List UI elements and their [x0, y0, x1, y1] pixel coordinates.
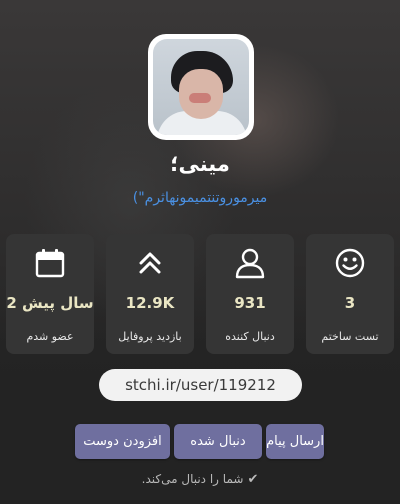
profile-name: مینی؛ — [170, 152, 230, 176]
profile-url[interactable]: stchi.ir/user/119212 — [99, 369, 302, 401]
profile-page: مینی؛ میرموروتنتمیمونهاثرم") 2 سال پیش ع… — [0, 0, 400, 504]
stats-row: 2 سال پیش عضو شدم 12.9K بازدید پروفایل 9… — [6, 234, 394, 354]
stat-value: 12.9K — [125, 294, 175, 312]
stat-value: 2 سال پیش — [6, 294, 94, 312]
follows-you-text: شما را دنبال می‌کند. — [141, 472, 244, 486]
stat-card-joined: 2 سال پیش عضو شدم — [6, 234, 94, 354]
stat-label: بازدید پروفایل — [118, 330, 182, 343]
profile-bio[interactable]: میرموروتنتمیمونهاثرم") — [0, 190, 400, 206]
stat-card-views: 12.9K بازدید پروفایل — [106, 234, 194, 354]
stat-label: دنبال کننده — [225, 330, 275, 343]
stat-label: تست ساختم — [321, 330, 379, 343]
user-icon — [206, 246, 294, 280]
stat-card-tests[interactable]: 3 تست ساختم — [306, 234, 394, 354]
stat-label: عضو شدم — [26, 330, 74, 343]
chevrons-up-icon — [106, 246, 194, 280]
check-icon: ✔ — [247, 472, 259, 487]
avatar-photo — [153, 39, 249, 135]
calendar-icon — [6, 246, 94, 280]
smiley-icon — [306, 246, 394, 280]
follows-you-status: ✔شما را دنبال می‌کند. — [0, 472, 400, 487]
stat-value: 931 — [234, 294, 266, 312]
stat-card-followers[interactable]: 931 دنبال کننده — [206, 234, 294, 354]
stat-value: 3 — [344, 294, 356, 312]
send-message-button[interactable]: ارسال پیام — [266, 424, 324, 459]
following-button[interactable]: دنبال شده — [174, 424, 262, 459]
avatar[interactable] — [148, 34, 254, 140]
add-friend-button[interactable]: افزودن دوست — [75, 424, 170, 459]
